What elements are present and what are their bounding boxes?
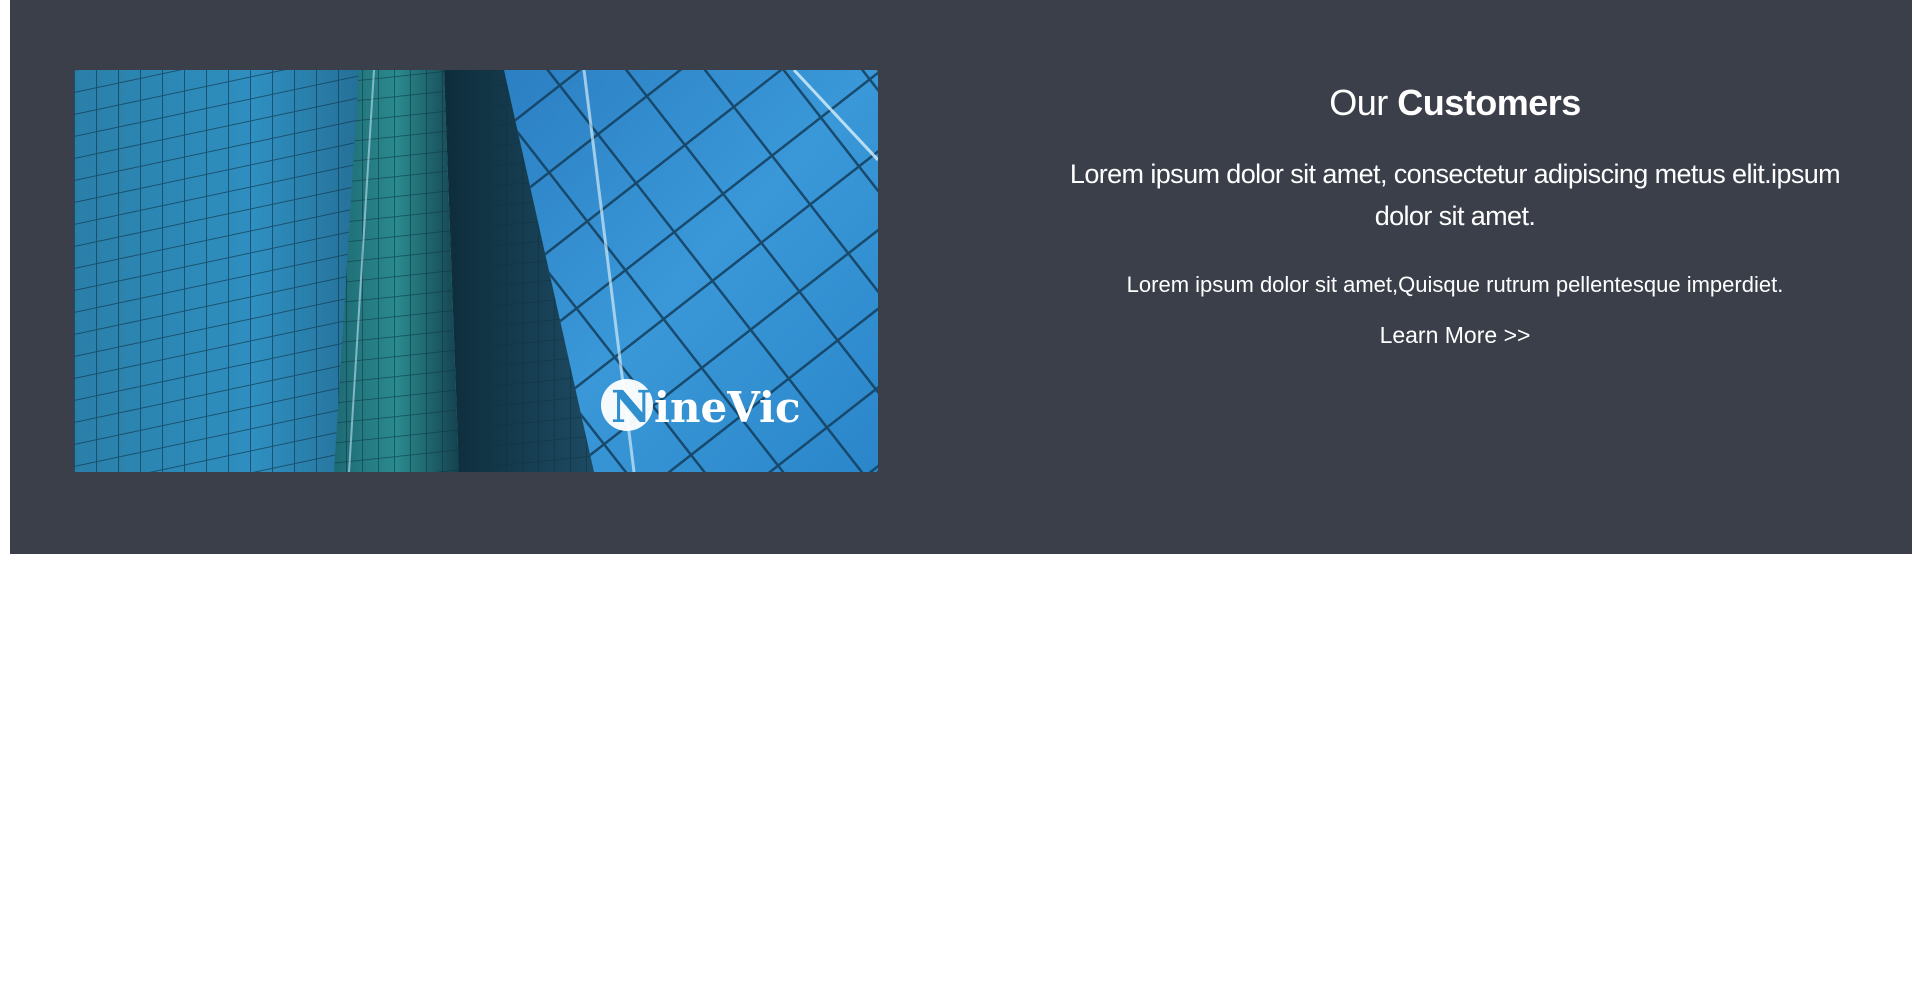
- svg-text:ineVic: ineVic: [654, 383, 801, 432]
- body-paragraph: Lorem ipsum dolor sit amet,Quisque rutru…: [1126, 272, 1784, 297]
- watermark-logo: N ineVic: [601, 379, 801, 433]
- heading-prefix: Our: [1329, 82, 1388, 123]
- section-heading: Our Customers: [1060, 80, 1850, 126]
- learn-more-link[interactable]: Learn More >>: [1380, 319, 1531, 351]
- buildings-image: N ineVic: [74, 70, 878, 472]
- customers-content: Our Customers Lorem ipsum dolor sit amet…: [1060, 80, 1850, 351]
- heading-emphasis: Customers: [1397, 82, 1581, 123]
- svg-text:N: N: [611, 382, 651, 433]
- lead-paragraph: Lorem ipsum dolor sit amet, consectetur …: [1069, 159, 1841, 231]
- customers-section: N ineVic Our Customers Lorem ipsum dolor…: [10, 0, 1912, 554]
